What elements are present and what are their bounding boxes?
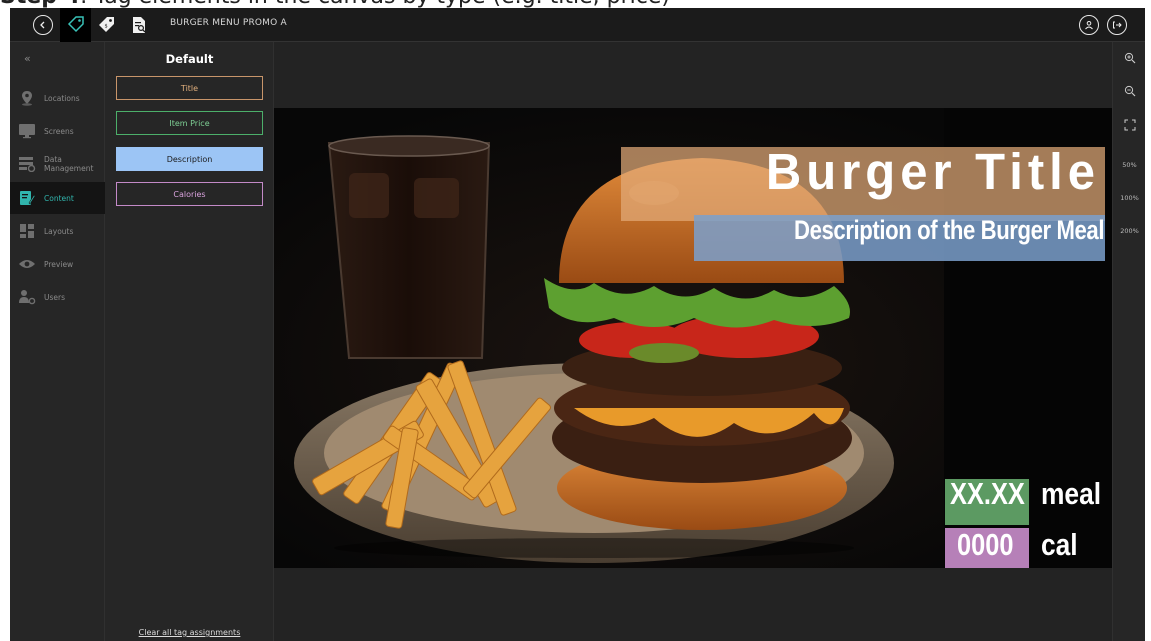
zoom-100-button[interactable]: 100% (1113, 194, 1146, 202)
layouts-icon (18, 222, 36, 240)
data-management-icon (18, 155, 36, 173)
logout-button[interactable] (1104, 12, 1130, 38)
sidebar-item-preview[interactable]: Preview (10, 248, 105, 280)
content-edit-icon (18, 189, 36, 207)
sidebar-item-locations[interactable]: Locations (10, 82, 105, 114)
tags-button[interactable]: $ (94, 12, 120, 38)
panel-title: Default (165, 52, 214, 66)
fit-screen-icon (1124, 119, 1135, 131)
document-search-icon (133, 17, 146, 33)
eye-icon (18, 255, 36, 273)
tag-title-button[interactable]: Title (116, 76, 263, 100)
sidebar-item-content[interactable]: Content (10, 182, 105, 214)
tags-icon: $ (99, 17, 114, 32)
meal-label[interactable]: meal (1041, 476, 1101, 512)
tag-tool-button[interactable] (60, 8, 91, 42)
tag-panel: Default Title Item Price Description Cal… (105, 42, 274, 641)
document-title: BURGER MENU PROMO A (170, 18, 287, 28)
sidebar-item-data-management[interactable]: Data Management (10, 148, 105, 180)
document-button[interactable] (126, 12, 152, 38)
zoom-in-icon (1124, 52, 1135, 64)
user-icon (1079, 15, 1099, 35)
zoom-toolbar: 50% 100% 200% (1112, 42, 1145, 641)
sidebar-item-screens[interactable]: Screens (10, 115, 105, 147)
top-bar: $ BURGER MENU PROMO A (10, 8, 1145, 42)
app-window: $ BURGER MENU PROMO A « Locations Screen… (10, 8, 1145, 641)
tag-calories-button[interactable]: Calories (116, 182, 263, 206)
back-arrow-icon (33, 15, 53, 35)
description-text[interactable]: Description of the Burger Meal (794, 215, 1104, 246)
logout-icon (1107, 15, 1127, 35)
svg-text:$: $ (105, 24, 108, 30)
zoom-in-button[interactable] (1113, 52, 1146, 66)
zoom-out-button[interactable] (1113, 85, 1146, 99)
zoom-50-button[interactable]: 50% (1113, 161, 1146, 169)
back-button[interactable] (30, 12, 56, 38)
calories-unit-label[interactable]: cal (1041, 527, 1078, 563)
canvas-area: Burger Title Description of the Burger M… (274, 42, 1112, 641)
sidebar-item-users[interactable]: Users (10, 281, 105, 313)
price-text[interactable]: XX.XX (950, 476, 1025, 512)
fit-screen-button[interactable] (1113, 119, 1146, 133)
monitor-icon (18, 122, 36, 140)
clear-tags-link[interactable]: Clear all tag assignments (105, 628, 274, 637)
tag-item-price-button[interactable]: Item Price (116, 111, 263, 135)
zoom-200-button[interactable]: 200% (1113, 227, 1146, 235)
users-gear-icon (18, 288, 36, 306)
design-canvas[interactable]: Burger Title Description of the Burger M… (274, 108, 1112, 568)
user-button[interactable] (1076, 12, 1102, 38)
tag-icon (67, 16, 84, 33)
sidebar-item-layouts[interactable]: Layouts (10, 215, 105, 247)
calories-value-text[interactable]: 0000 (957, 527, 1014, 563)
collapse-sidebar-button[interactable]: « (24, 52, 31, 65)
burger-title-text[interactable]: Burger Title (766, 143, 1100, 202)
sidebar-nav: « Locations Screens Data Management Cont… (10, 42, 105, 641)
zoom-out-icon (1124, 85, 1135, 97)
location-pin-icon (18, 89, 36, 107)
tag-description-button[interactable]: Description (116, 147, 263, 171)
backdrop-heading: Step 4: Tag elements in the canvas by ty… (0, 0, 1151, 8)
